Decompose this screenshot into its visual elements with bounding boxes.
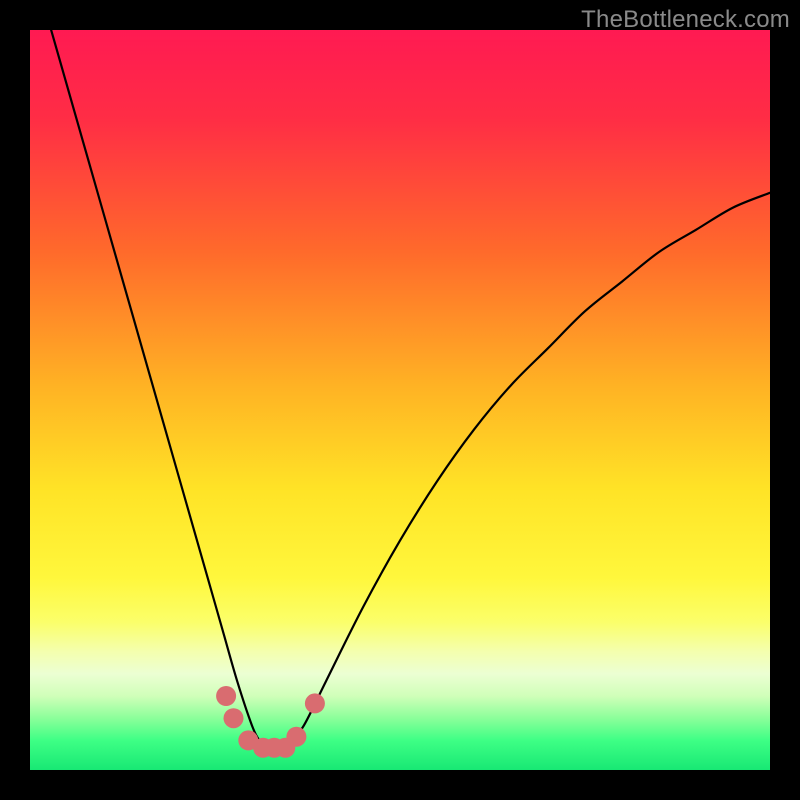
plot-area: [30, 30, 770, 770]
marker-dot: [216, 686, 236, 706]
outer-frame: TheBottleneck.com: [0, 0, 800, 800]
bottleneck-curve: [30, 30, 770, 770]
marker-dot: [286, 727, 306, 747]
marker-dot: [305, 693, 325, 713]
watermark-text: TheBottleneck.com: [581, 6, 790, 34]
marker-dot: [224, 708, 244, 728]
